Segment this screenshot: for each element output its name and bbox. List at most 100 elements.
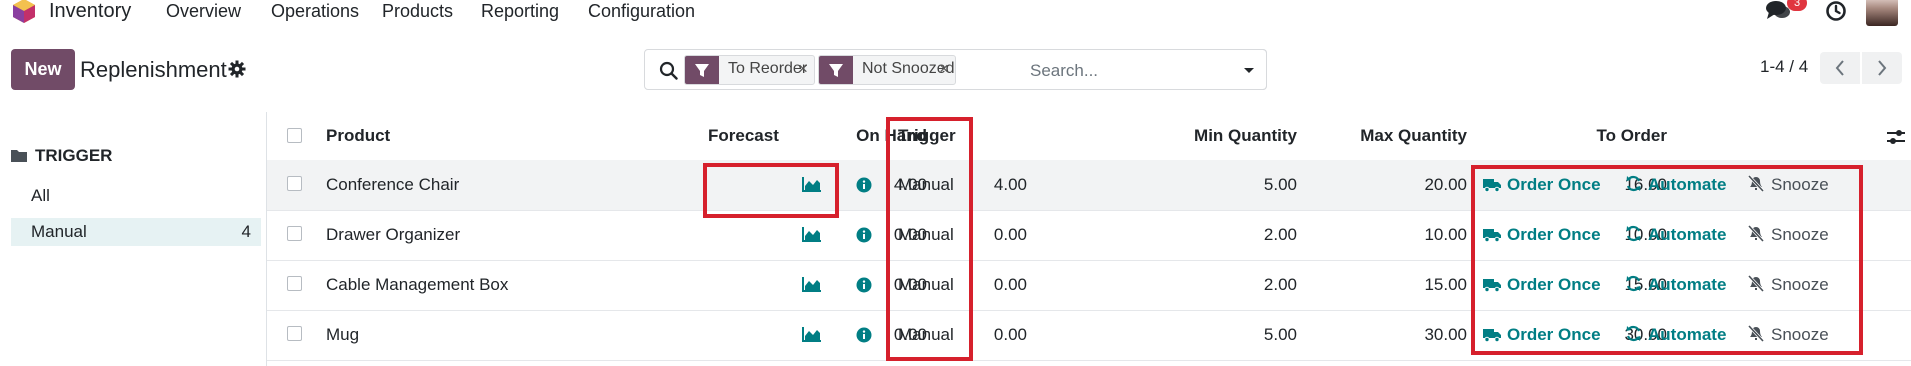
info-icon[interactable] xyxy=(856,227,872,248)
area-chart-icon[interactable] xyxy=(802,226,822,247)
snooze-button[interactable]: Snooze xyxy=(1747,324,1829,345)
automate-button[interactable]: Automate xyxy=(1625,175,1726,195)
cell-trigger[interactable]: Manual xyxy=(898,225,954,245)
cell-max-quantity[interactable]: 10.00 xyxy=(1327,225,1467,245)
cell-min-quantity[interactable]: 5.00 xyxy=(1167,175,1297,195)
control-panel: New Replenishment To Reorder × Not Snooz… xyxy=(0,44,1911,100)
facet-label: To Reorder xyxy=(728,60,808,77)
chat-badge: 3 xyxy=(1787,0,1807,11)
order-once-label: Order Once xyxy=(1507,275,1601,294)
cell-product[interactable]: Conference Chair xyxy=(326,175,459,195)
close-icon[interactable]: × xyxy=(939,59,949,79)
area-chart-icon[interactable] xyxy=(802,326,822,347)
row-checkbox[interactable] xyxy=(287,326,302,341)
row-checkbox[interactable] xyxy=(287,176,302,191)
info-icon[interactable] xyxy=(856,177,872,198)
sidebar-item-all[interactable]: All xyxy=(11,182,261,210)
table-row[interactable]: Mug 0.00 0.00 Manual 5.00 30.00 30.00 Order Onc… xyxy=(267,310,1911,361)
order-once-label: Order Once xyxy=(1507,175,1601,194)
cell-product[interactable]: Drawer Organizer xyxy=(326,225,460,245)
cell-trigger[interactable]: Manual xyxy=(898,325,954,345)
menu-products[interactable]: Products xyxy=(382,1,453,22)
table-row[interactable]: Cable Management Box 0.00 0.00 Manual 2.00 15… xyxy=(267,260,1911,311)
automate-button[interactable]: Automate xyxy=(1625,275,1726,295)
chevron-left-icon xyxy=(1835,60,1844,76)
cell-min-quantity[interactable]: 2.00 xyxy=(1167,225,1297,245)
snooze-label: Snooze xyxy=(1771,275,1829,294)
search-input[interactable] xyxy=(1028,56,1232,86)
truck-icon xyxy=(1483,325,1507,344)
user-avatar[interactable] xyxy=(1866,0,1898,26)
snooze-button[interactable]: Snooze xyxy=(1747,224,1829,245)
snooze-button[interactable]: Snooze xyxy=(1747,274,1829,295)
new-button[interactable]: New xyxy=(11,49,75,90)
filter-icon xyxy=(685,56,719,84)
automate-label: Automate xyxy=(1648,175,1727,194)
header-min-quantity[interactable]: Min Quantity xyxy=(1167,126,1297,146)
pager-next-button[interactable] xyxy=(1862,52,1902,84)
order-once-button[interactable]: Order Once xyxy=(1483,225,1601,245)
cell-min-quantity[interactable]: 2.00 xyxy=(1167,275,1297,295)
clock-icon[interactable] xyxy=(1825,0,1847,22)
area-chart-icon[interactable] xyxy=(802,176,822,197)
app-name[interactable]: Inventory xyxy=(49,0,131,23)
order-once-button[interactable]: Order Once xyxy=(1483,325,1601,345)
snooze-icon xyxy=(1747,274,1771,294)
cell-max-quantity[interactable]: 15.00 xyxy=(1327,275,1467,295)
facet-to-reorder: To Reorder × xyxy=(684,55,815,85)
header-product[interactable]: Product xyxy=(326,126,390,146)
table-row[interactable]: Drawer Organizer 0.00 0.00 Manual 2.00 10.00 1… xyxy=(267,210,1911,261)
optional-columns-icon[interactable] xyxy=(1887,129,1905,145)
order-once-button[interactable]: Order Once xyxy=(1483,275,1601,295)
search-panel: TRIGGER All Manual 4 xyxy=(0,112,267,366)
top-navbar: Inventory Overview Operations Products R… xyxy=(0,0,1911,26)
automate-button[interactable]: Automate xyxy=(1625,325,1726,345)
row-checkbox[interactable] xyxy=(287,226,302,241)
menu-configuration[interactable]: Configuration xyxy=(588,1,695,22)
area-chart-icon[interactable] xyxy=(802,276,822,297)
cell-product[interactable]: Mug xyxy=(326,325,359,345)
snooze-label: Snooze xyxy=(1771,225,1829,244)
filter-icon xyxy=(819,56,853,84)
sidebar-item-manual[interactable]: Manual 4 xyxy=(11,218,261,246)
truck-icon xyxy=(1483,175,1507,194)
menu-reporting[interactable]: Reporting xyxy=(481,1,559,22)
sidebar-item-count: 4 xyxy=(241,222,251,241)
cell-trigger[interactable]: Manual xyxy=(898,175,954,195)
pager-value[interactable]: 1-4 / 4 xyxy=(1760,57,1808,77)
header-to-order[interactable]: To Order xyxy=(1567,126,1667,146)
table-header: Product On Hand Forecast Trigger Min Qua… xyxy=(267,112,1911,161)
folder-icon xyxy=(11,150,27,162)
sidebar-heading: TRIGGER xyxy=(11,146,112,166)
close-icon[interactable]: × xyxy=(798,59,808,79)
page-title: Replenishment xyxy=(80,57,227,82)
cell-min-quantity[interactable]: 5.00 xyxy=(1167,325,1297,345)
sidebar-item-label: All xyxy=(31,186,50,205)
header-forecast[interactable]: Forecast xyxy=(708,126,779,146)
menu-operations[interactable]: Operations xyxy=(271,1,359,22)
search-options-toggle[interactable] xyxy=(1232,49,1267,90)
automate-button[interactable]: Automate xyxy=(1625,225,1726,245)
row-checkbox[interactable] xyxy=(287,276,302,291)
menu-overview[interactable]: Overview xyxy=(166,1,241,22)
info-icon[interactable] xyxy=(856,327,872,348)
cell-product[interactable]: Cable Management Box xyxy=(326,275,508,295)
order-once-label: Order Once xyxy=(1507,325,1601,344)
header-max-quantity[interactable]: Max Quantity xyxy=(1327,126,1467,146)
snooze-button[interactable]: Snooze xyxy=(1747,174,1829,195)
cell-max-quantity[interactable]: 20.00 xyxy=(1327,175,1467,195)
table-row[interactable]: Conference Chair 4.00 4.00 Manual 5.00 20.00 1… xyxy=(267,160,1911,211)
info-icon[interactable] xyxy=(856,277,872,298)
select-all-checkbox[interactable] xyxy=(287,128,302,143)
automate-label: Automate xyxy=(1648,275,1727,294)
gear-icon[interactable] xyxy=(228,60,246,78)
search-icon[interactable] xyxy=(659,61,678,80)
automate-label: Automate xyxy=(1648,225,1727,244)
order-once-button[interactable]: Order Once xyxy=(1483,175,1601,195)
pager-previous-button[interactable] xyxy=(1820,52,1860,84)
cell-trigger[interactable]: Manual xyxy=(898,275,954,295)
app-logo-icon[interactable] xyxy=(12,0,36,24)
refresh-icon xyxy=(1625,225,1648,244)
cell-max-quantity[interactable]: 30.00 xyxy=(1327,325,1467,345)
header-trigger[interactable]: Trigger xyxy=(898,126,956,146)
